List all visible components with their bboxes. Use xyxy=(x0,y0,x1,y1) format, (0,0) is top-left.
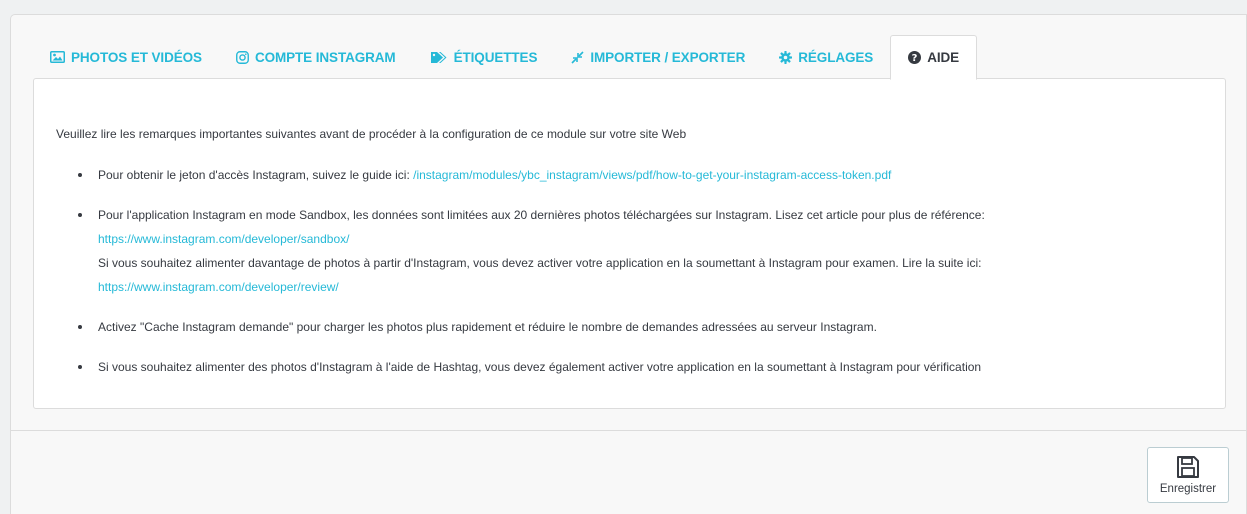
compress-icon xyxy=(571,50,584,64)
footer-divider xyxy=(11,430,1247,431)
access-token-guide-link[interactable]: /instagram/modules/ybc_instagram/views/p… xyxy=(413,168,891,182)
floppy-disk-icon xyxy=(1177,456,1199,478)
tab-instagram-account[interactable]: COMPTE INSTAGRAM xyxy=(219,35,413,79)
save-button-label: Enregistrer xyxy=(1159,483,1217,495)
tab-help[interactable]: ? AIDE xyxy=(890,35,978,80)
tab-photos-videos[interactable]: PHOTOS ET VIDÉOS xyxy=(33,35,219,79)
tab-bar: PHOTOS ET VIDÉOS COMPTE INSTAGRAM ÉTIQUE… xyxy=(33,35,978,80)
help-intro: Veuillez lire les remarques importantes … xyxy=(56,127,687,141)
question-circle-icon: ? xyxy=(908,51,922,64)
list-item: Pour l'application Instagram en mode San… xyxy=(56,203,1206,299)
list-item: Activez "Cache Instagram demande" pour c… xyxy=(56,315,1206,339)
tab-label: PHOTOS ET VIDÉOS xyxy=(71,49,202,65)
tags-icon xyxy=(430,51,447,63)
tab-label: IMPORTER / EXPORTER xyxy=(590,49,746,65)
instagram-icon xyxy=(235,50,249,64)
help-notes-list: Pour obtenir le jeton d'accès Instagram,… xyxy=(56,163,1206,395)
list-item: Pour obtenir le jeton d'accès Instagram,… xyxy=(56,163,1206,187)
tab-label: COMPTE INSTAGRAM xyxy=(254,49,396,65)
svg-text:?: ? xyxy=(912,53,918,64)
tab-label: AIDE xyxy=(927,50,960,65)
sandbox-link[interactable]: https://www.instagram.com/developer/sand… xyxy=(98,232,349,246)
tab-tags[interactable]: ÉTIQUETTES xyxy=(413,35,555,79)
save-button[interactable]: Enregistrer xyxy=(1147,447,1229,503)
tab-import-export[interactable]: IMPORTER / EXPORTER xyxy=(554,35,762,79)
list-item: Si vous souhaitez alimenter des photos d… xyxy=(56,355,1206,379)
tab-label: ÉTIQUETTES xyxy=(453,49,538,65)
tab-settings[interactable]: RÉGLAGES xyxy=(762,35,890,79)
module-panel: PHOTOS ET VIDÉOS COMPTE INSTAGRAM ÉTIQUE… xyxy=(10,14,1247,514)
cog-icon xyxy=(779,50,793,64)
help-content: Veuillez lire les remarques importantes … xyxy=(33,78,1226,409)
tab-label: RÉGLAGES xyxy=(798,49,874,65)
image-icon xyxy=(50,51,65,63)
review-link[interactable]: https://www.instagram.com/developer/revi… xyxy=(98,280,339,294)
